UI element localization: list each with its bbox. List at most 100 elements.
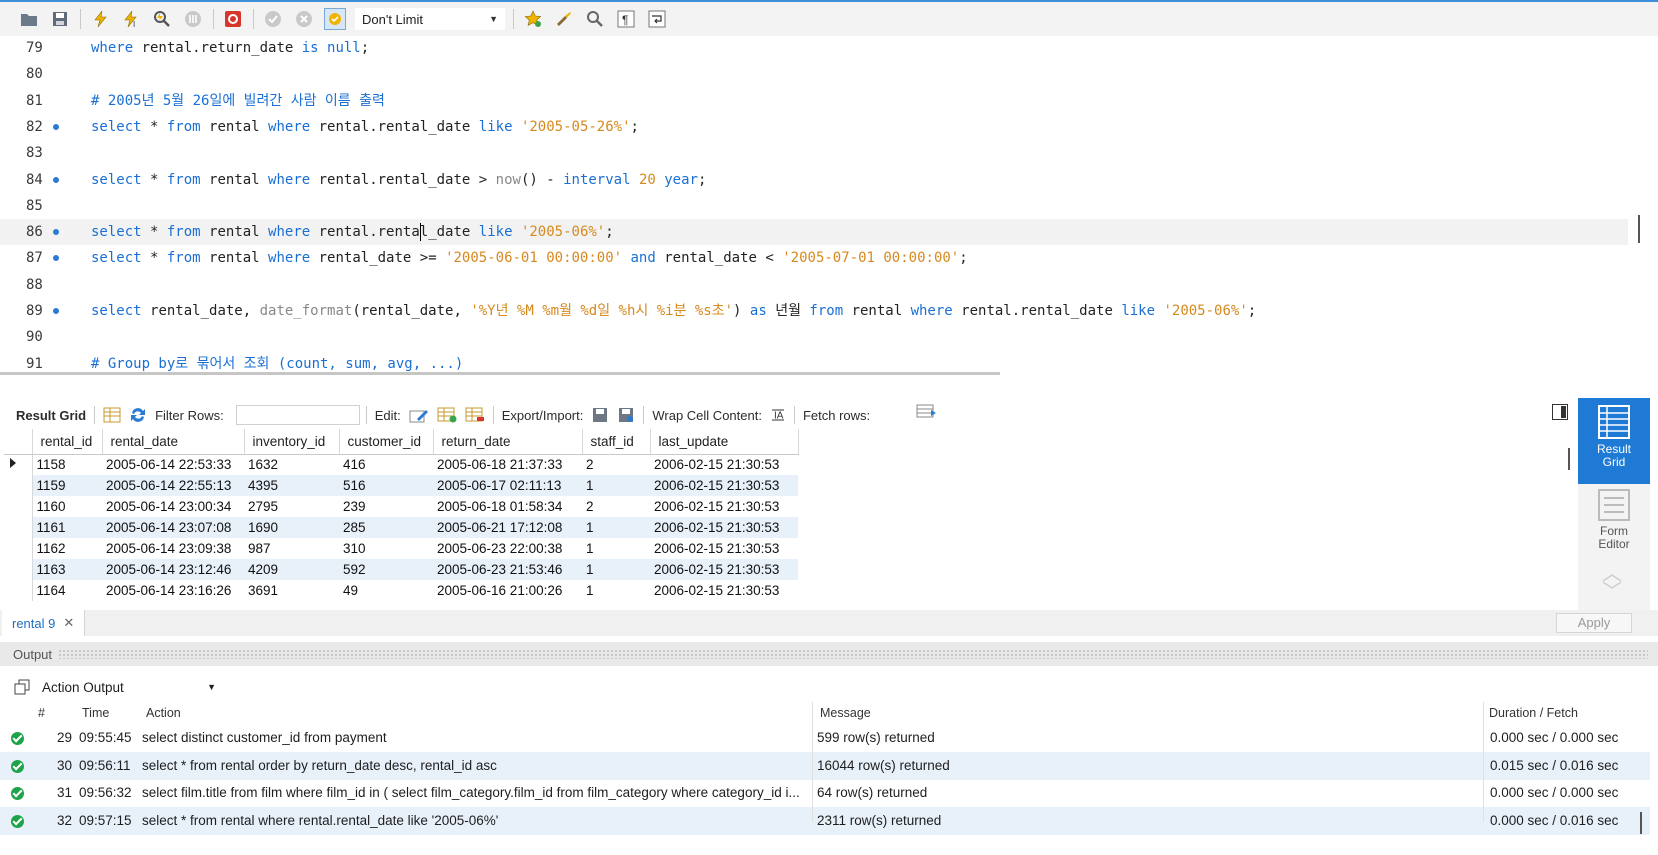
table-row[interactable]: 1161 2005-06-14 23:07:08 1690 285 2005-06-21… — [4, 517, 798, 538]
column-header-customer-id[interactable]: customer_id — [339, 429, 434, 455]
editor-line[interactable]: 88 — [0, 272, 1628, 298]
table-cell[interactable]: 2006-02-15 21:30:53 — [650, 517, 798, 538]
table-cell[interactable]: 1159 — [32, 475, 102, 496]
table-cell[interactable]: 1690 — [244, 517, 339, 538]
add-row-icon[interactable] — [437, 407, 457, 423]
table-row[interactable]: 1163 2005-06-14 23:12:46 4209 592 2005-06-23… — [4, 559, 798, 580]
editor-line[interactable]: 85 — [0, 193, 1628, 219]
statement-marker-icon[interactable] — [53, 176, 59, 183]
close-icon[interactable]: ✕ — [63, 615, 74, 631]
table-cell[interactable]: 1 — [582, 517, 650, 538]
column-divider[interactable] — [812, 702, 813, 822]
result-grid[interactable]: rental_id rental_date inventory_id custo… — [4, 429, 1560, 610]
result-tab[interactable]: rental 9 ✕ — [2, 610, 86, 636]
row-header[interactable] — [4, 559, 33, 580]
table-cell[interactable]: 1161 — [32, 517, 102, 538]
table-cell[interactable]: 2005-06-14 23:00:34 — [102, 496, 244, 517]
table-cell[interactable]: 239 — [339, 496, 433, 517]
commit-icon[interactable] — [262, 8, 284, 30]
table-cell[interactable]: 2006-02-15 21:30:53 — [650, 580, 798, 601]
table-cell[interactable]: 1 — [582, 475, 650, 496]
refresh-icon[interactable] — [129, 407, 147, 423]
table-cell[interactable]: 2006-02-15 21:30:53 — [650, 496, 798, 517]
table-cell[interactable]: 2 — [582, 454, 650, 475]
editor-line[interactable]: 84 select * from rental where rental.rent… — [0, 167, 1628, 193]
table-cell[interactable]: 310 — [339, 538, 433, 559]
editor-horizontal-scrollbar[interactable] — [0, 372, 1000, 375]
row-header[interactable] — [4, 517, 33, 538]
editor-line[interactable]: 82 select * from rental where rental.rent… — [0, 114, 1628, 140]
statement-marker-icon[interactable] — [53, 123, 59, 130]
apply-button[interactable]: Apply — [1556, 613, 1632, 633]
beautify-icon[interactable] — [553, 8, 575, 30]
table-row[interactable]: 1164 2005-06-14 23:16:26 3691 49 2005-06-16 … — [4, 580, 798, 601]
output-type-select[interactable]: Action Output ▼ — [39, 676, 223, 698]
chevron-down-icon[interactable]: ﹀ — [1602, 582, 1622, 602]
row-header[interactable] — [4, 475, 33, 496]
table-cell[interactable]: 1164 — [32, 580, 102, 601]
table-cell[interactable]: 1632 — [244, 454, 339, 475]
chevron-up-icon[interactable]: ︿ — [1602, 564, 1622, 584]
folder-open-icon[interactable] — [18, 8, 40, 30]
table-cell[interactable]: 2005-06-17 02:11:13 — [433, 475, 582, 496]
export-icon[interactable] — [591, 406, 609, 424]
table-cell[interactable]: 416 — [339, 454, 433, 475]
row-header[interactable] — [4, 454, 33, 475]
output-scrollbar-thumb[interactable] — [1640, 812, 1642, 834]
column-divider[interactable] — [1483, 702, 1484, 822]
table-row[interactable]: 1158 2005-06-14 22:53:33 1632 416 2005-06-18… — [4, 454, 798, 475]
table-cell[interactable]: 2006-02-15 21:30:53 — [650, 454, 798, 475]
table-cell[interactable]: 2005-06-18 01:58:34 — [433, 496, 582, 517]
execute-current-icon[interactable]: I — [120, 8, 142, 30]
table-cell[interactable]: 1162 — [32, 538, 102, 559]
edit-row-icon[interactable] — [409, 407, 429, 423]
table-cell[interactable]: 592 — [339, 559, 433, 580]
editor-line[interactable]: 87 select * from rental where rental_date… — [0, 245, 1628, 271]
table-cell[interactable]: 1160 — [32, 496, 102, 517]
statement-marker-icon[interactable] — [53, 255, 59, 262]
column-header-return-date[interactable]: return_date — [433, 429, 583, 455]
table-cell[interactable]: 2005-06-14 23:07:08 — [102, 517, 244, 538]
editor-line[interactable]: 79 where rental.return_date is null; — [0, 36, 1628, 61]
table-cell[interactable]: 1163 — [32, 559, 102, 580]
row-header[interactable] — [4, 538, 33, 559]
drag-handle[interactable] — [58, 649, 1648, 659]
editor-line[interactable]: 80 — [0, 61, 1628, 87]
result-grid-view-button[interactable]: Result Grid — [1578, 398, 1650, 484]
wrap-icon[interactable] — [646, 8, 668, 30]
editor-line[interactable]: 89 select rental_date, date_format(rental… — [0, 298, 1628, 324]
sql-editor[interactable]: 79 where rental.return_date is null; 80 81 #… — [0, 36, 1628, 372]
table-cell[interactable]: 2005-06-14 23:12:46 — [102, 559, 244, 580]
output-row[interactable]: 30 09:56:11 select * from rental order by … — [0, 751, 1650, 780]
wrap-cell-icon[interactable]: IA — [770, 407, 786, 423]
table-row[interactable]: 1160 2005-06-14 23:00:34 2795 239 2005-06-18… — [4, 496, 798, 517]
table-cell[interactable]: 2 — [582, 496, 650, 517]
table-cell[interactable]: 2005-06-14 23:09:38 — [102, 538, 244, 559]
toggle-error-icon[interactable] — [222, 8, 244, 30]
column-header-rental-date[interactable]: rental_date — [102, 429, 245, 455]
column-header-staff-id[interactable]: staff_id — [582, 429, 651, 455]
output-row[interactable]: 31 09:56:32 select film.title from film wh… — [0, 779, 1650, 807]
column-header-last-update[interactable]: last_update — [650, 429, 799, 455]
table-cell[interactable]: 1 — [582, 538, 650, 559]
table-cell[interactable]: 1158 — [32, 454, 102, 475]
statement-marker-icon[interactable] — [53, 308, 59, 314]
grid-layout-icon[interactable] — [103, 407, 121, 423]
table-cell[interactable]: 1 — [582, 559, 650, 580]
save-icon[interactable] — [49, 8, 71, 30]
output-row[interactable]: 32 09:57:15 select * from rental where ren… — [0, 806, 1650, 835]
copy-icon[interactable] — [14, 679, 30, 695]
table-cell[interactable]: 2005-06-14 22:55:13 — [102, 475, 244, 496]
output-row[interactable]: 29 09:55:45 select distinct customer_id fr… — [0, 724, 1650, 752]
explain-icon[interactable] — [151, 8, 173, 30]
table-cell[interactable]: 2005-06-23 21:53:46 — [433, 559, 582, 580]
table-cell[interactable]: 49 — [339, 580, 433, 601]
table-cell[interactable]: 2006-02-15 21:30:53 — [650, 559, 798, 580]
rollback-icon[interactable] — [293, 8, 315, 30]
table-cell[interactable]: 4395 — [244, 475, 339, 496]
table-cell[interactable]: 285 — [339, 517, 433, 538]
table-row[interactable]: 1162 2005-06-14 23:09:38 987 310 2005-06-23 … — [4, 538, 798, 559]
column-header-rental-id[interactable]: rental_id — [32, 429, 103, 455]
find-icon[interactable] — [584, 8, 606, 30]
table-cell[interactable]: 2005-06-14 23:16:26 — [102, 580, 244, 601]
